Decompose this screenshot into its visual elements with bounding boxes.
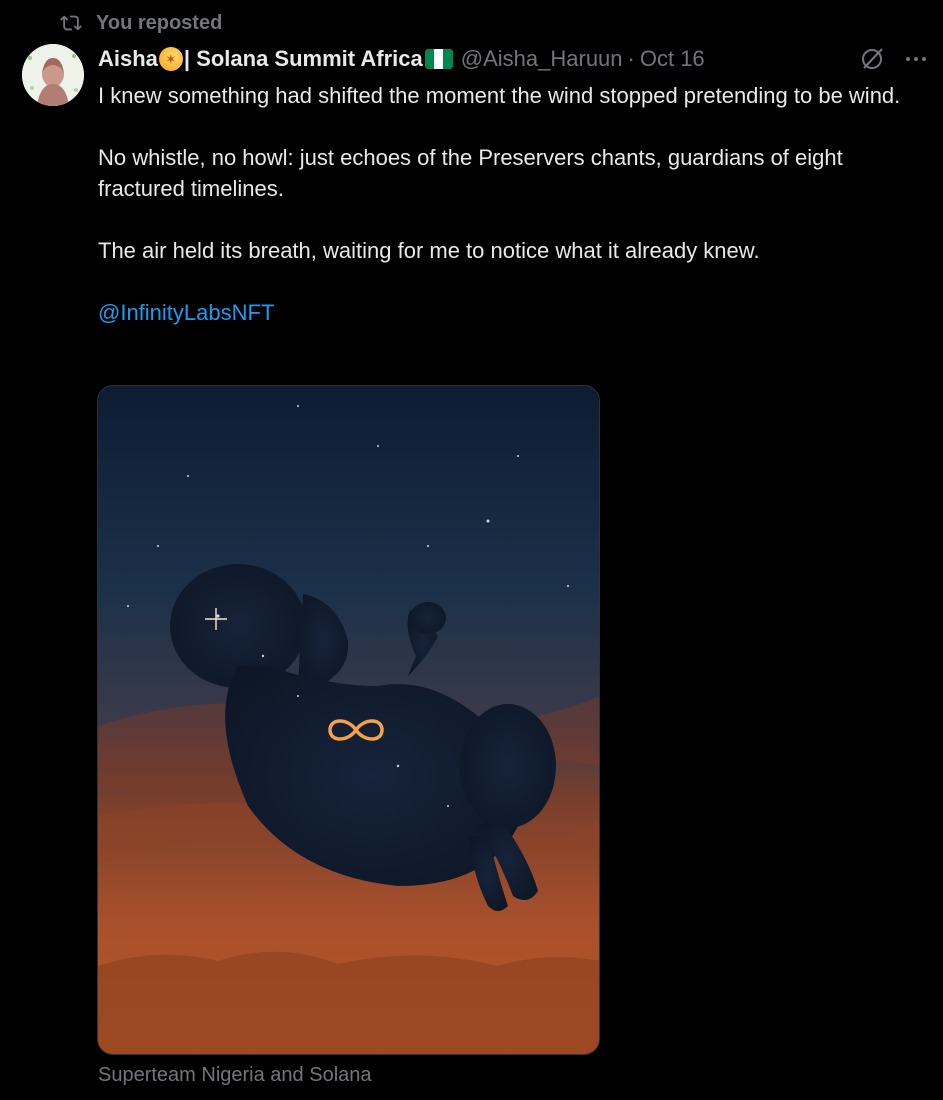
display-name-prefix: Aisha	[98, 46, 158, 71]
tweet-top-actions	[859, 44, 929, 74]
tweet-image[interactable]	[97, 385, 600, 1055]
tweet[interactable]: You reposted Aisha ✶ | Solana Summit Afr…	[0, 0, 943, 1100]
display-name[interactable]: Aisha ✶ | Solana Summit Africa	[98, 46, 453, 72]
slash-circle-icon[interactable]	[859, 46, 885, 72]
tweet-paragraph: No whistle, no howl: just echoes of the …	[98, 145, 843, 201]
image-caption: Superteam Nigeria and Solana	[98, 1064, 372, 1086]
repost-indicator: You reposted	[60, 10, 222, 36]
baby-silhouette-artwork	[98, 386, 599, 1054]
tweet-paragraph: The air held its breath, waiting for me …	[98, 238, 760, 263]
tweet-text: I knew something had shifted the moment …	[98, 80, 923, 328]
avatar[interactable]	[22, 44, 84, 106]
display-name-suffix: | Solana Summit Africa	[183, 46, 423, 71]
repost-label: You reposted	[96, 11, 223, 34]
tweet-date[interactable]: Oct 16	[640, 46, 705, 72]
dizzy-star-icon: ✶	[158, 47, 183, 71]
mention-link[interactable]: @InfinityLabsNFT	[98, 300, 274, 325]
nigeria-flag-icon	[424, 49, 453, 69]
user-handle[interactable]: @Aisha_Haruun	[461, 46, 623, 72]
repost-icon	[60, 15, 82, 31]
more-dots-icon[interactable]	[903, 46, 929, 72]
separator-dot: ·	[627, 46, 635, 71]
tweet-paragraph: I knew something had shifted the moment …	[98, 83, 901, 108]
tweet-header: Aisha ✶ | Solana Summit Africa @Aisha_Ha…	[98, 44, 843, 74]
